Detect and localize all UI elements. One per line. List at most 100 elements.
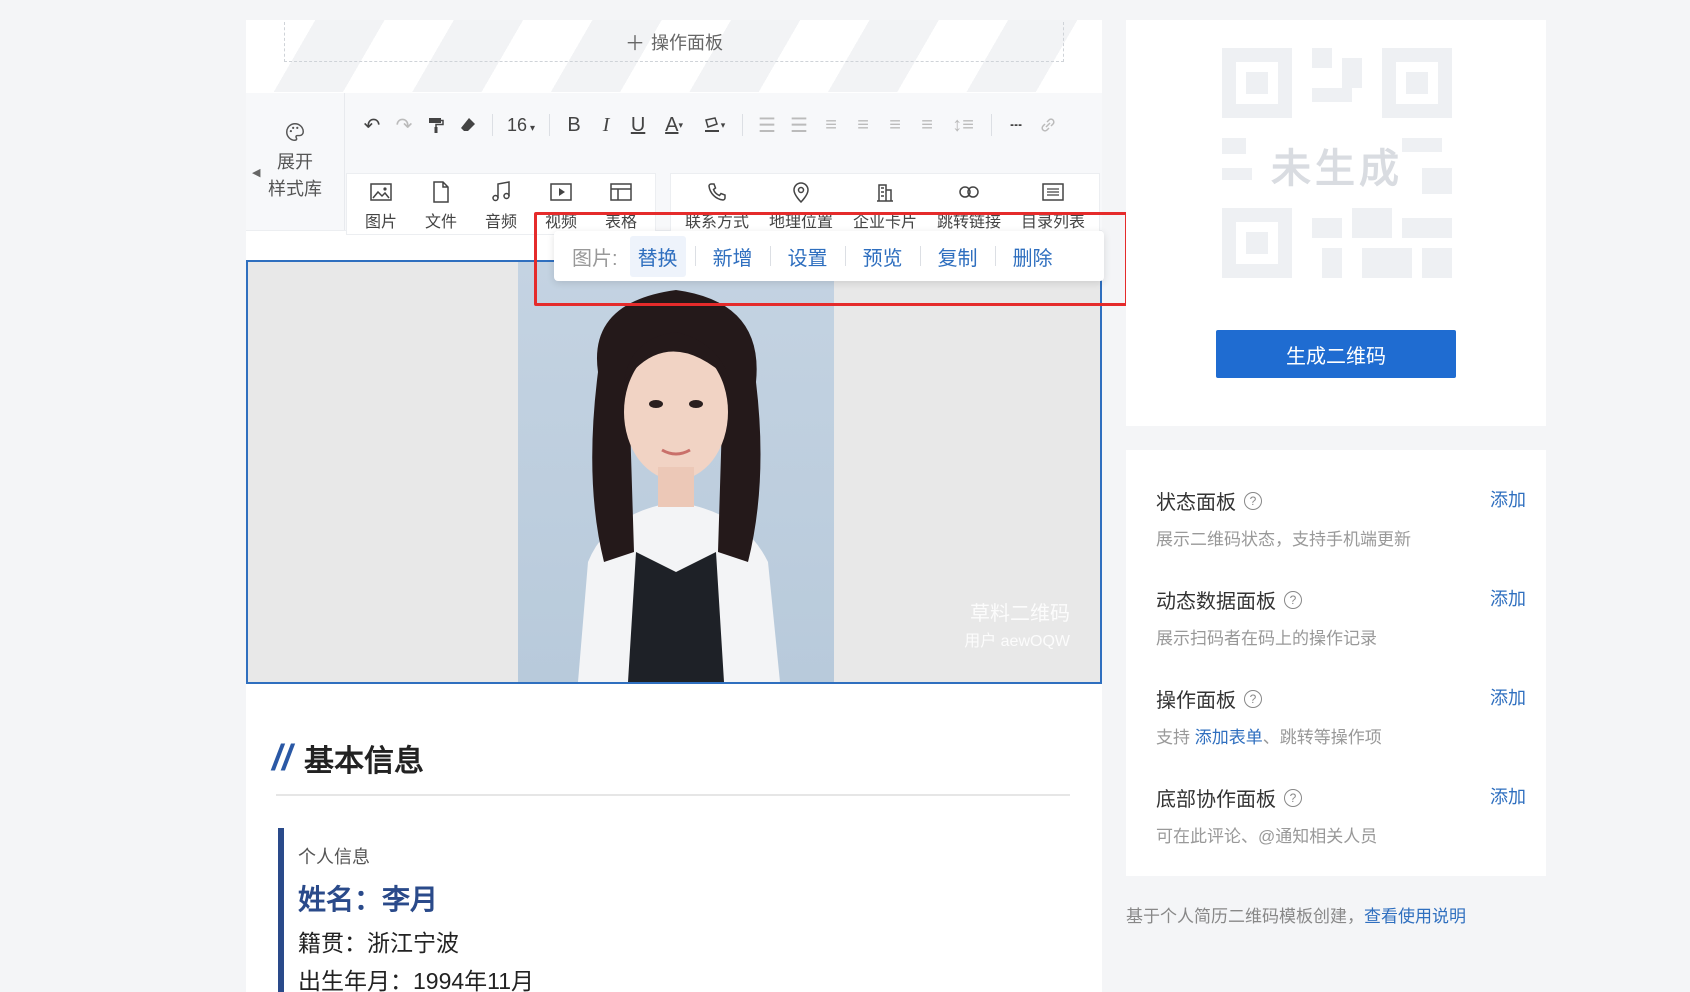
usage-guide-link[interactable]: 查看使用说明 — [1364, 907, 1466, 926]
align-center-button[interactable]: ≡ — [847, 109, 879, 141]
toolbar-divider — [991, 114, 993, 136]
italic-button[interactable]: I — [590, 109, 622, 141]
font-size-select[interactable]: 16 ▾ — [501, 115, 541, 136]
insert-file-button[interactable]: 文件 — [411, 174, 471, 234]
chain-link-icon — [1041, 118, 1055, 132]
insert-audio-label: 音频 — [484, 214, 517, 231]
portrait-illustration — [578, 290, 780, 682]
redo-button[interactable]: ↷ — [388, 109, 420, 141]
watermark-user: 用户 aewOQW — [964, 633, 1070, 650]
insert-file-label: 文件 — [424, 214, 457, 231]
video-icon — [550, 183, 572, 201]
link-icon — [959, 186, 979, 198]
style-library-toggle[interactable]: ◀ 展开 样式库 — [246, 93, 345, 230]
section-heading-text: 基本信息 — [304, 745, 425, 778]
align-left-button[interactable]: ≡ — [815, 109, 847, 141]
bottom-collab-panel-name: 底部协作面板 — [1156, 789, 1276, 811]
location-icon — [793, 182, 809, 203]
panels-card: 状态面板? 添加 展示二维码状态，支持手机端更新 动态数据面板? 添加 展示扫码… — [1126, 450, 1546, 876]
caret-down-icon: ▾ — [720, 119, 726, 130]
info-accent-bar — [278, 828, 284, 992]
info-origin: 籍贯：浙江宁波 — [298, 930, 459, 956]
ordered-list-button[interactable]: ☰ — [751, 109, 783, 141]
align-right-button[interactable]: ≡ — [879, 109, 911, 141]
operation-panel-option: 操作面板? 添加 支持 添加表单、跳转等操作项 — [1156, 684, 1526, 748]
operation-panel-area: ＋ 操作面板 — [246, 20, 1102, 92]
info-name: 姓名：李月 — [298, 884, 439, 915]
selected-image-block[interactable]: 草料二维码 用户 aewOQW — [246, 260, 1102, 684]
highlighter-icon — [704, 117, 719, 132]
dynamic-data-panel-desc: 展示扫码者在码上的操作记录 — [1156, 629, 1377, 648]
heading-divider — [276, 794, 1070, 796]
building-icon — [877, 184, 893, 202]
section-heading: // 基本信息 — [272, 736, 424, 780]
highlight-button[interactable]: ▾ — [694, 109, 734, 141]
font-color-icon: A — [665, 113, 679, 136]
caret-left-icon: ◀ — [252, 167, 261, 179]
generate-qr-button[interactable]: 生成二维码 — [1216, 330, 1456, 378]
help-icon[interactable]: ? — [1244, 689, 1262, 708]
operation-panel-desc: 支持 添加表单、跳转等操作项 — [1156, 723, 1526, 748]
divider-button[interactable]: ┄ — [1000, 109, 1032, 141]
font-color-button[interactable]: A ▾ — [654, 109, 694, 141]
toolbar-divider — [742, 114, 744, 136]
music-icon — [492, 181, 510, 202]
font-size-value: 16 — [507, 114, 528, 135]
dynamic-data-panel-option: 动态数据面板? 添加 展示扫码者在码上的操作记录 — [1156, 585, 1526, 649]
qr-code-card: 未生成 生成二维码 — [1126, 20, 1546, 426]
status-panel-name: 状态面板 — [1156, 492, 1236, 514]
caret-down-icon: ▾ — [678, 119, 683, 130]
clear-format-button[interactable] — [452, 109, 484, 141]
double-slash-icon: // — [272, 737, 293, 778]
template-note-text: 基于个人简历二维码模板创建， — [1126, 907, 1364, 926]
dynamic-data-panel-name: 动态数据面板 — [1156, 591, 1276, 613]
palette-icon — [286, 122, 304, 141]
watermark-brand: 草料二维码 — [970, 603, 1070, 625]
file-icon — [433, 181, 449, 203]
format-toolbar: ↶ ↷ 16 ▾ B I U A ▾ ▾ ☰ ☰ ≡ ≡ ≡ ≡ ↕≡ ┄ — [356, 107, 1064, 143]
image-watermark: 草料二维码 用户 aewOQW — [964, 600, 1070, 656]
highlight-annotation-box — [534, 212, 1128, 306]
plus-icon: ＋ — [625, 33, 645, 55]
style-library-label-1: 展开 — [277, 151, 313, 172]
add-form-link[interactable]: 添加表单 — [1195, 728, 1263, 747]
add-bottom-collab-panel-button[interactable]: 添加 — [1490, 783, 1526, 809]
help-icon[interactable]: ? — [1284, 788, 1302, 807]
help-icon[interactable]: ? — [1284, 590, 1302, 609]
underline-button[interactable]: U — [622, 109, 654, 141]
style-library-label-2: 样式库 — [268, 178, 322, 199]
format-painter-button[interactable] — [420, 109, 452, 141]
operation-panel-label: 操作面板 — [651, 32, 723, 53]
list-icon — [1042, 183, 1064, 201]
add-operation-panel-button[interactable]: ＋ 操作面板 — [284, 22, 1064, 62]
insert-image-button[interactable]: 图片 — [351, 174, 411, 234]
bold-button[interactable]: B — [558, 109, 590, 141]
align-justify-button[interactable]: ≡ — [911, 109, 943, 141]
status-panel-desc: 展示二维码状态，支持手机端更新 — [1156, 530, 1411, 549]
editor-canvas: ＋ 操作面板 ◀ 展开 样式库 ↶ ↷ 16 ▾ B I U A ▾ ▾ ☰ ☰… — [246, 20, 1102, 992]
bottom-collab-panel-option: 底部协作面板? 添加 可在此评论、@通知相关人员 — [1156, 783, 1526, 847]
add-status-panel-button[interactable]: 添加 — [1490, 486, 1526, 512]
help-icon[interactable]: ? — [1244, 491, 1262, 510]
template-note: 基于个人简历二维码模板创建，查看使用说明 — [1126, 902, 1466, 927]
link-button[interactable] — [1032, 109, 1064, 141]
undo-button[interactable]: ↶ — [356, 109, 388, 141]
operation-panel-desc-prefix: 支持 — [1156, 728, 1195, 747]
bullet-list-button[interactable]: ☰ — [783, 109, 815, 141]
status-panel-option: 状态面板? 添加 展示二维码状态，支持手机端更新 — [1156, 486, 1526, 550]
bottom-collab-panel-desc: 可在此评论、@通知相关人员 — [1156, 827, 1378, 846]
toolbar-divider — [549, 114, 551, 136]
qr-status-text: 未生成 — [1271, 147, 1403, 191]
toolbar-divider — [492, 114, 493, 136]
line-height-button[interactable]: ↕≡ — [943, 109, 983, 141]
info-subheading: 个人信息 — [298, 847, 370, 867]
paint-roller-icon — [429, 118, 444, 133]
caret-down-icon: ▾ — [530, 122, 536, 134]
table-icon — [610, 183, 632, 201]
add-dynamic-data-panel-button[interactable]: 添加 — [1490, 585, 1526, 611]
eraser-icon — [461, 118, 475, 131]
operation-panel-name: 操作面板 — [1156, 690, 1236, 712]
operation-panel-desc-suffix: 、跳转等操作项 — [1262, 728, 1382, 747]
insert-audio-button[interactable]: 音频 — [471, 174, 531, 234]
add-operation-panel-link[interactable]: 添加 — [1490, 684, 1526, 710]
